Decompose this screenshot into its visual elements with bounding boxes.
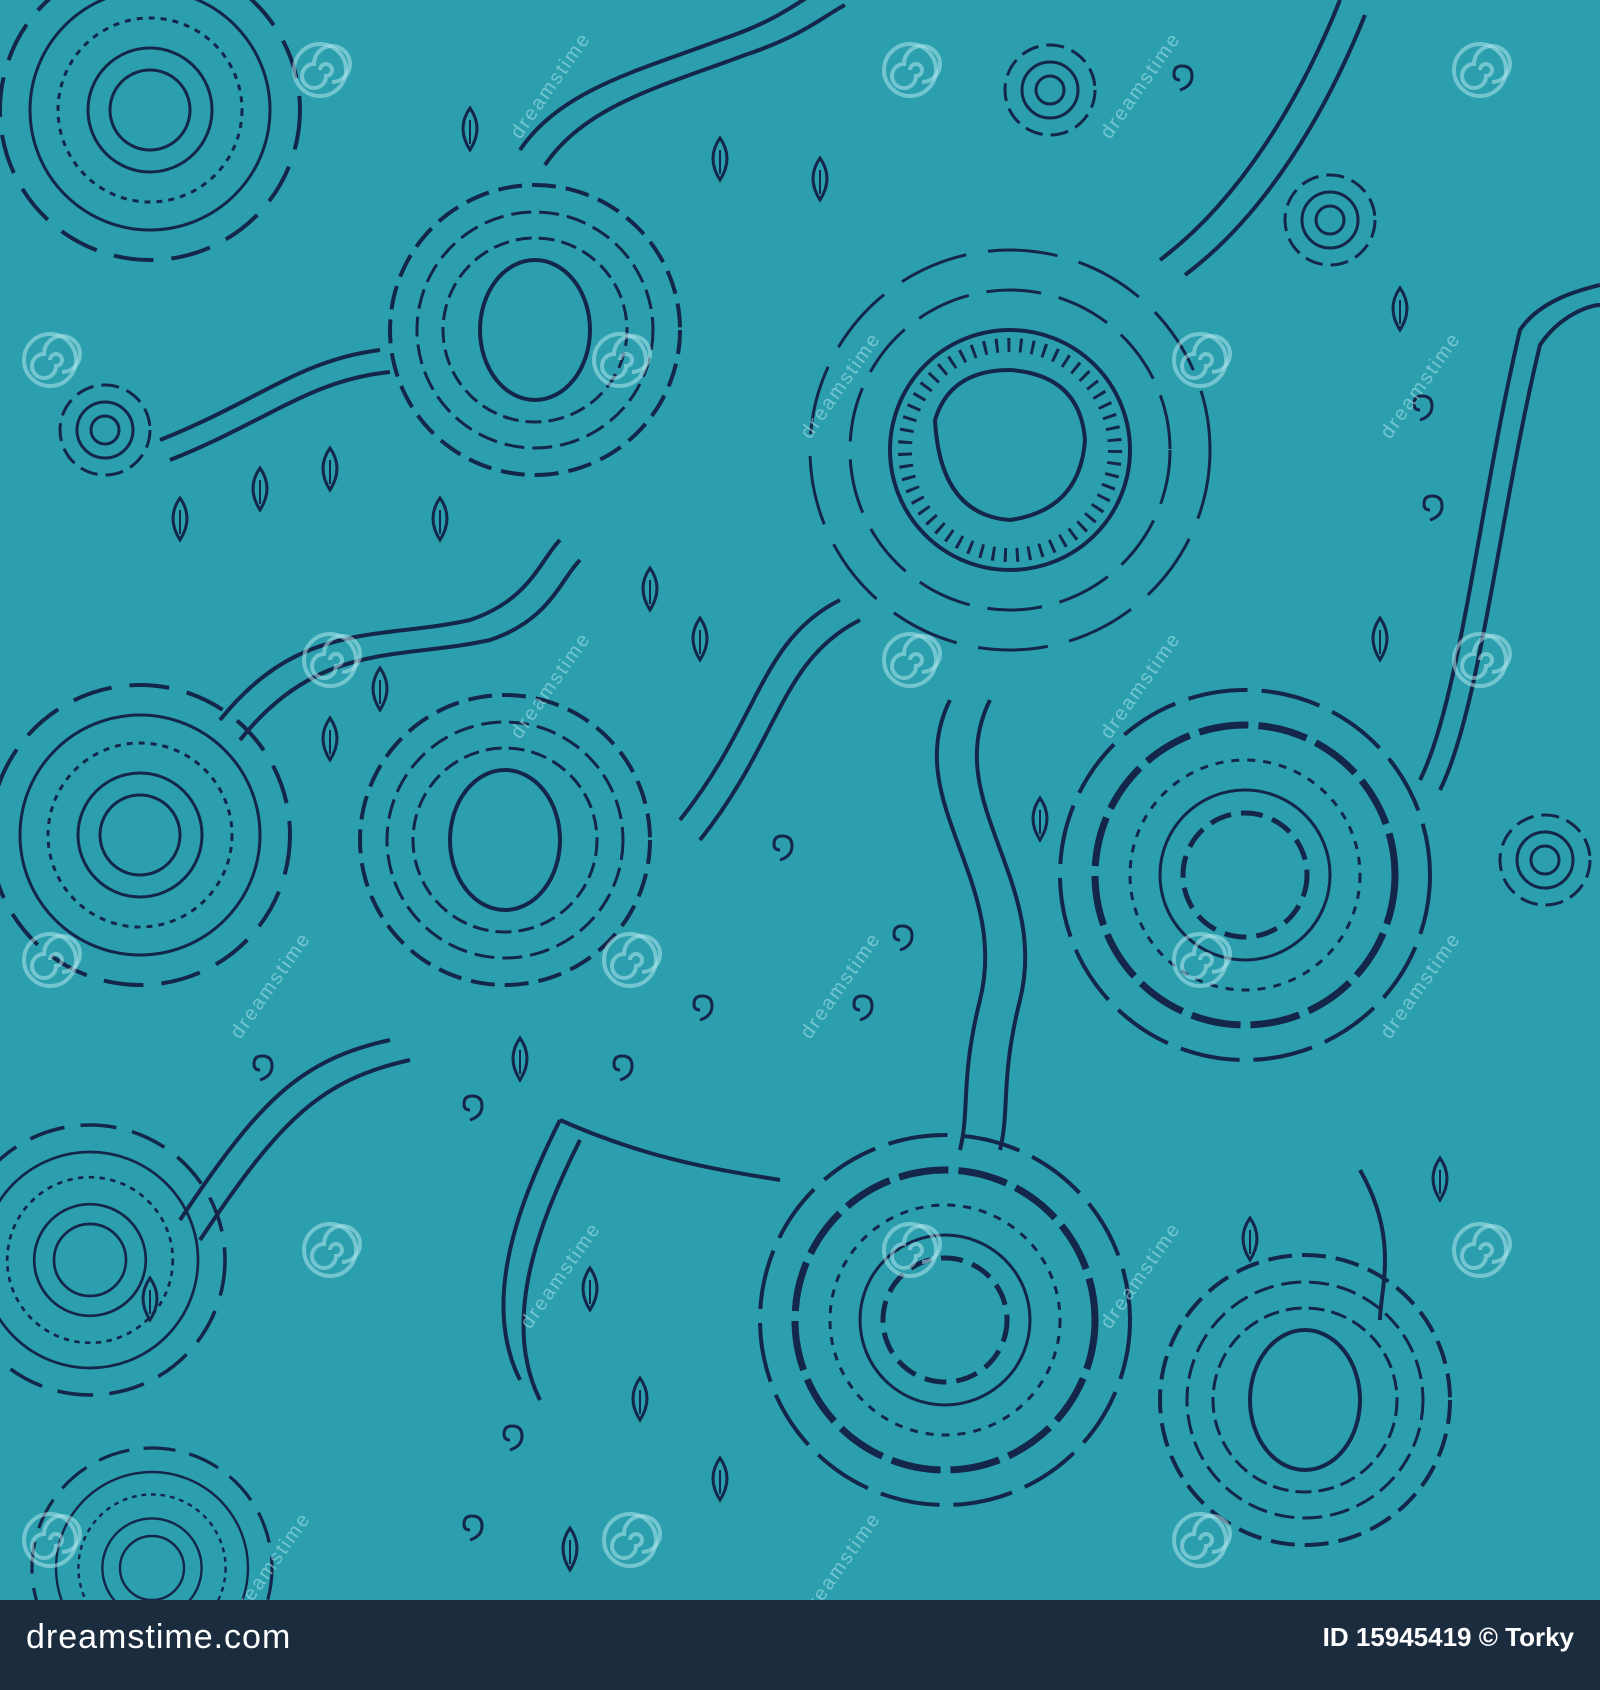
image-id: ID 15945419 xyxy=(1322,1622,1472,1652)
author-credit: © Torky xyxy=(1478,1622,1574,1652)
floral-pattern-artwork: dreamstime dreamstime dreamstime dreamst… xyxy=(0,0,1600,1600)
image-credit: ID 15945419 © Torky xyxy=(1323,1622,1574,1653)
site-name[interactable]: dreamstime.com xyxy=(26,1618,291,1657)
stock-footer-bar: dreamstime.com ID 15945419 © Torky xyxy=(0,1600,1600,1690)
